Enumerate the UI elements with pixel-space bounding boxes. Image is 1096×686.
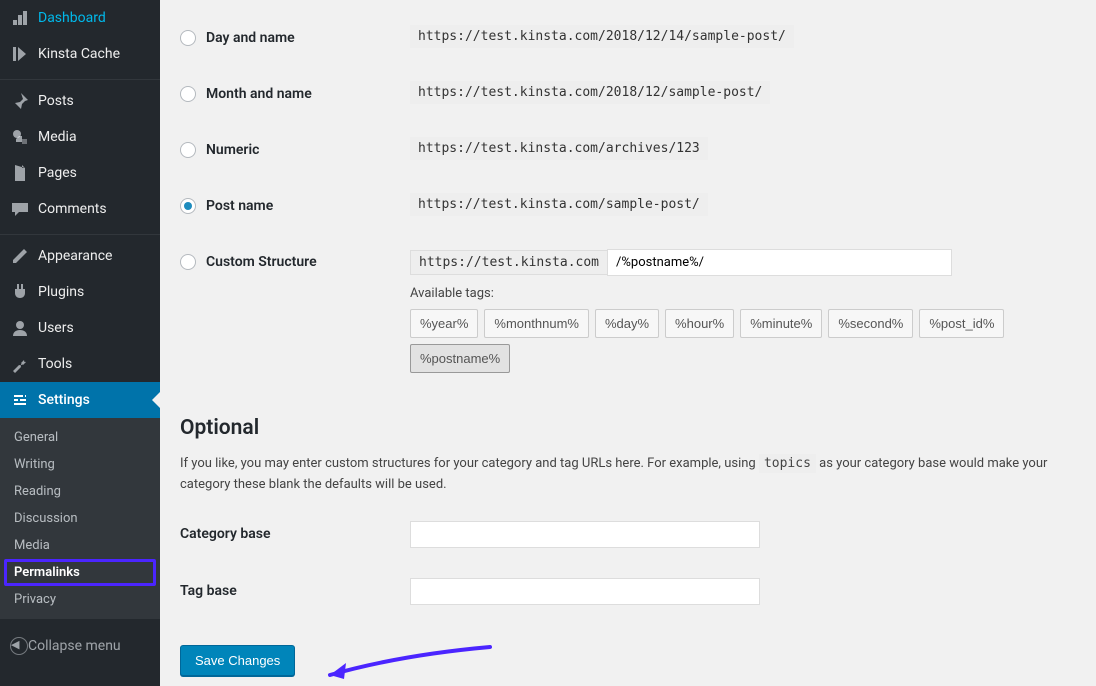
radio-label: Numeric xyxy=(206,142,259,158)
tag-monthnum[interactable]: %monthnum% xyxy=(484,309,589,338)
radio-day-name[interactable]: Day and name xyxy=(180,30,390,46)
sidebar-item-dashboard[interactable]: Dashboard xyxy=(0,0,160,36)
admin-sidebar: Dashboard Kinsta Cache Posts Media Pa xyxy=(0,0,160,686)
available-tags-label: Available tags: xyxy=(410,286,1066,301)
radio-icon xyxy=(180,198,196,214)
radio-icon xyxy=(180,30,196,46)
comments-icon xyxy=(10,199,30,219)
sidebar-item-label: Tools xyxy=(38,356,72,372)
collapse-icon: ◀ xyxy=(10,637,28,655)
menu-separator xyxy=(0,75,160,80)
tag-postname[interactable]: %postname% xyxy=(410,344,510,373)
tag-hour[interactable]: %hour% xyxy=(665,309,734,338)
radio-post-name[interactable]: Post name xyxy=(180,198,390,214)
tag-base-input[interactable] xyxy=(410,578,760,605)
sub-item-media[interactable]: Media xyxy=(0,532,160,559)
example-numeric: https://test.kinsta.com/archives/123 xyxy=(410,137,708,160)
custom-prefix: https://test.kinsta.com xyxy=(410,250,607,275)
appearance-icon xyxy=(10,246,30,266)
menu-separator xyxy=(0,230,160,235)
sidebar-item-posts[interactable]: Posts xyxy=(0,83,160,119)
users-icon xyxy=(10,318,30,338)
settings-submenu: General Writing Reading Discussion Media… xyxy=(0,418,160,619)
sub-item-permalinks[interactable]: Permalinks xyxy=(4,559,156,586)
media-icon xyxy=(10,127,30,147)
sidebar-item-plugins[interactable]: Plugins xyxy=(0,274,160,310)
sidebar-item-label: Kinsta Cache xyxy=(38,46,120,62)
settings-icon xyxy=(10,390,30,410)
sidebar-item-label: Posts xyxy=(38,93,74,109)
example-day-name: https://test.kinsta.com/2018/12/14/sampl… xyxy=(410,25,794,48)
sidebar-item-label: Users xyxy=(38,320,74,336)
example-post-name: https://test.kinsta.com/sample-post/ xyxy=(410,193,708,216)
sidebar-item-label: Settings xyxy=(38,392,90,408)
collapse-label: Collapse menu xyxy=(28,638,121,654)
category-base-input[interactable] xyxy=(410,521,760,548)
sub-item-discussion[interactable]: Discussion xyxy=(0,505,160,532)
dashboard-icon xyxy=(10,8,30,28)
plugins-icon xyxy=(10,282,30,302)
radio-icon xyxy=(180,254,196,270)
sub-item-reading[interactable]: Reading xyxy=(0,478,160,505)
optional-desc-pre: If you like, you may enter custom struct… xyxy=(180,456,759,471)
sidebar-item-label: Dashboard xyxy=(38,10,106,26)
sidebar-item-appearance[interactable]: Appearance xyxy=(0,238,160,274)
radio-label: Day and name xyxy=(206,30,295,46)
collapse-menu[interactable]: ◀ Collapse menu xyxy=(0,629,160,663)
tag-post-id[interactable]: %post_id% xyxy=(919,309,1004,338)
permalink-structure-table: Day and name https://test.kinsta.com/201… xyxy=(180,10,1076,388)
pages-icon xyxy=(10,163,30,183)
sub-item-writing[interactable]: Writing xyxy=(0,451,160,478)
radio-label: Custom Structure xyxy=(206,254,317,270)
kinsta-icon xyxy=(10,44,30,64)
pin-icon xyxy=(10,91,30,111)
sidebar-item-kinsta-cache[interactable]: Kinsta Cache xyxy=(0,36,160,72)
sidebar-item-label: Appearance xyxy=(38,248,112,264)
sidebar-item-label: Comments xyxy=(38,201,107,217)
radio-month-name[interactable]: Month and name xyxy=(180,86,390,102)
save-changes-button[interactable]: Save Changes xyxy=(180,645,295,676)
sidebar-item-pages[interactable]: Pages xyxy=(0,155,160,191)
sub-item-privacy[interactable]: Privacy xyxy=(0,586,160,613)
optional-table: Category base Tag base xyxy=(180,506,1076,620)
tools-icon xyxy=(10,354,30,374)
sidebar-item-comments[interactable]: Comments xyxy=(0,191,160,227)
available-tags: %year% %monthnum% %day% %hour% %minute% … xyxy=(410,309,1066,373)
settings-content: Day and name https://test.kinsta.com/201… xyxy=(160,0,1096,686)
sidebar-item-label: Plugins xyxy=(38,284,84,300)
sidebar-item-tools[interactable]: Tools xyxy=(0,346,160,382)
optional-description: If you like, you may enter custom struct… xyxy=(180,454,1076,496)
custom-structure-input[interactable] xyxy=(607,249,952,276)
sub-item-general[interactable]: General xyxy=(0,424,160,451)
radio-label: Post name xyxy=(206,198,273,214)
optional-heading: Optional xyxy=(180,416,1076,440)
radio-numeric[interactable]: Numeric xyxy=(180,142,390,158)
radio-label: Month and name xyxy=(206,86,312,102)
tag-minute[interactable]: %minute% xyxy=(740,309,822,338)
annotation-arrow xyxy=(320,645,500,675)
category-base-label: Category base xyxy=(180,506,400,563)
radio-icon xyxy=(180,142,196,158)
sidebar-item-users[interactable]: Users xyxy=(0,310,160,346)
sidebar-item-settings[interactable]: Settings xyxy=(0,382,160,418)
radio-custom-structure[interactable]: Custom Structure xyxy=(180,254,390,270)
tag-year[interactable]: %year% xyxy=(410,309,478,338)
tag-day[interactable]: %day% xyxy=(595,309,659,338)
sidebar-item-label: Media xyxy=(38,129,77,145)
example-month-name: https://test.kinsta.com/2018/12/sample-p… xyxy=(410,81,770,104)
sidebar-item-media[interactable]: Media xyxy=(0,119,160,155)
tag-base-label: Tag base xyxy=(180,563,400,620)
radio-icon xyxy=(180,86,196,102)
tag-second[interactable]: %second% xyxy=(828,309,913,338)
sidebar-item-label: Pages xyxy=(38,165,77,181)
optional-desc-code: topics xyxy=(759,454,816,473)
